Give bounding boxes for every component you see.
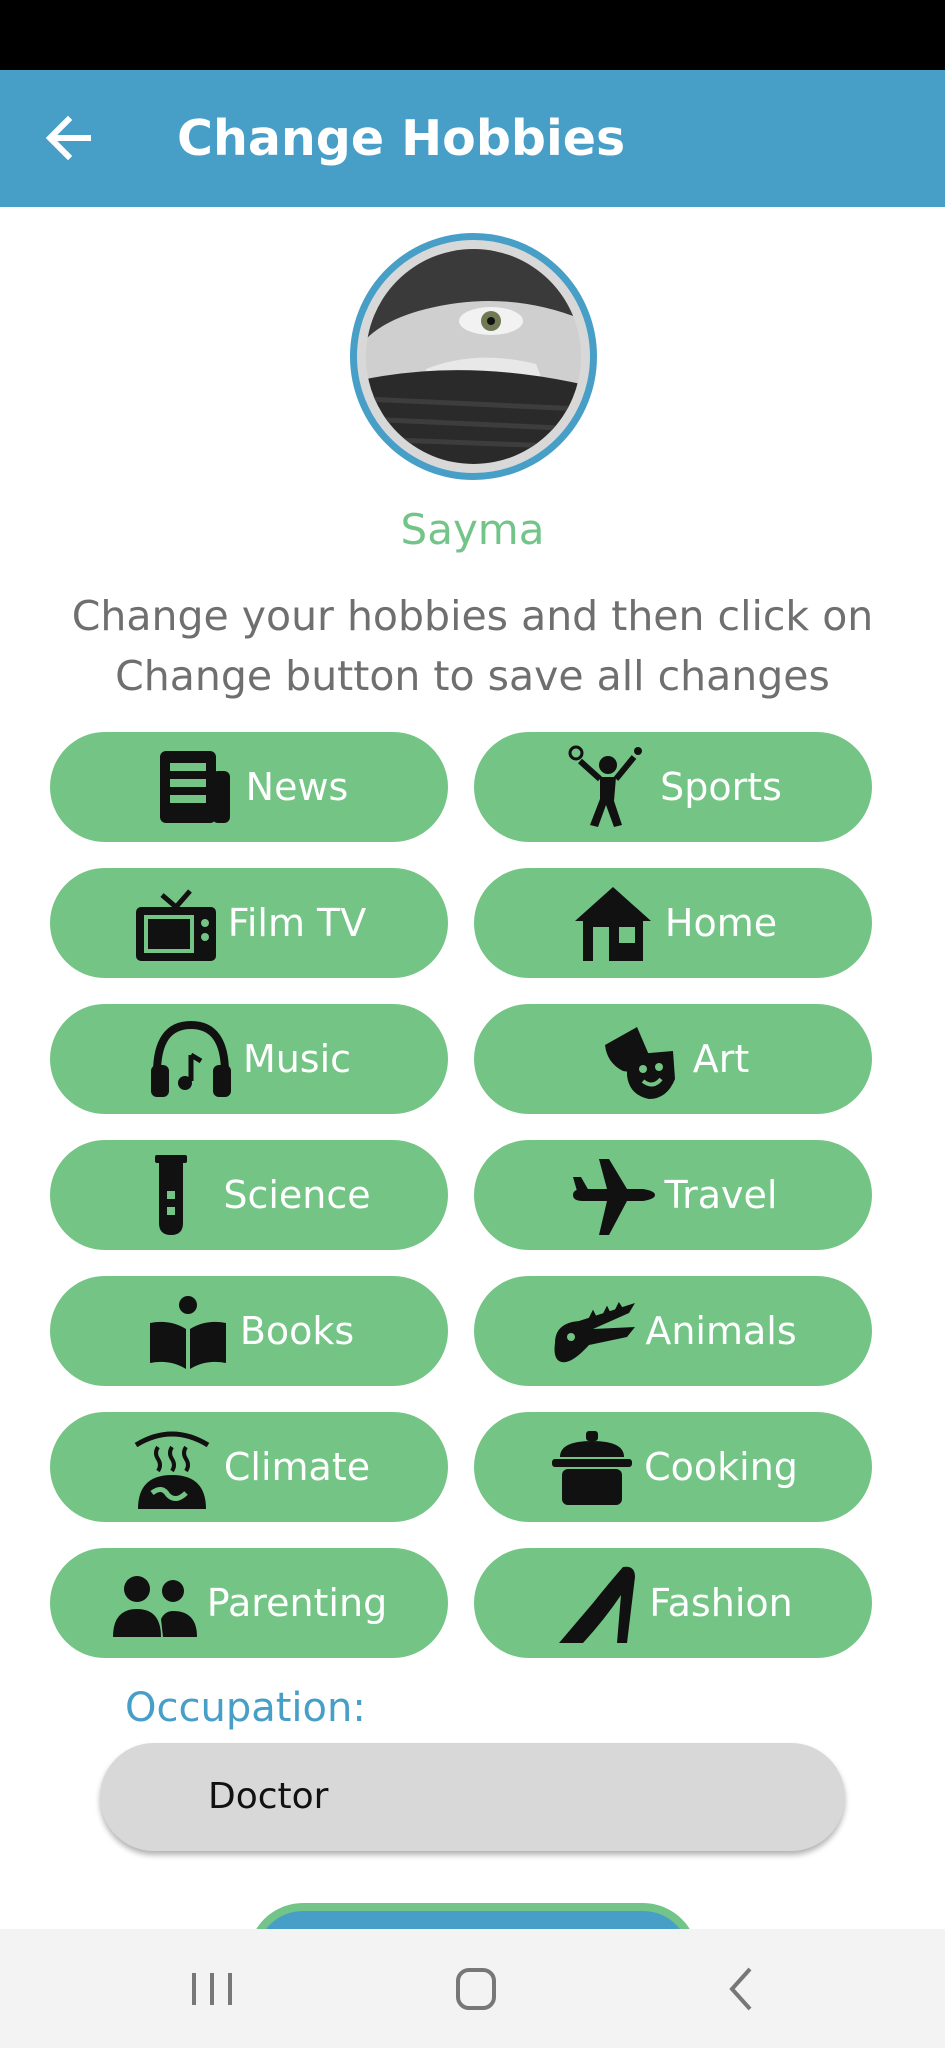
- system-back-button[interactable]: [702, 1951, 782, 2027]
- hobby-label: Parenting: [206, 1581, 388, 1625]
- hobby-label: Climate: [223, 1445, 371, 1489]
- hobby-label: Home: [664, 901, 778, 945]
- house-icon: [569, 879, 657, 967]
- high-heel-icon: [553, 1559, 641, 1647]
- hobby-label: Music: [242, 1037, 352, 1081]
- hobby-label: Animals: [645, 1309, 797, 1353]
- hobby-label: Science: [223, 1173, 371, 1217]
- tennis-player-icon: [564, 743, 652, 831]
- hobby-button-film-tv[interactable]: Film TV: [50, 868, 448, 978]
- occupation-dropdown[interactable]: Doctor: [100, 1743, 845, 1851]
- recent-apps-button[interactable]: [172, 1951, 252, 2027]
- earth-heat-icon: [128, 1423, 216, 1511]
- reader-icon: [144, 1287, 232, 1375]
- occupation-label: Occupation:: [125, 1685, 366, 1731]
- chevron-left-icon: [729, 1967, 752, 2011]
- home-icon: [456, 1968, 496, 2010]
- hobby-button-parenting[interactable]: Parenting: [50, 1548, 448, 1658]
- home-button[interactable]: [436, 1951, 516, 2027]
- hobby-button-fashion[interactable]: Fashion: [474, 1548, 872, 1658]
- airplane-icon: [569, 1151, 657, 1239]
- newspaper-icon: [150, 743, 238, 831]
- system-navigation-bar: [0, 1929, 945, 2048]
- hobby-grid: News Sports Film TV Home Music Art Scien…: [0, 0, 945, 1700]
- hobby-label: Art: [692, 1037, 750, 1081]
- hobby-label: Film TV: [227, 901, 367, 945]
- crocodile-icon: [549, 1287, 637, 1375]
- hobby-button-news[interactable]: News: [50, 732, 448, 842]
- hobby-label: Books: [239, 1309, 355, 1353]
- headphones-icon: [147, 1015, 235, 1103]
- hobby-label: Travel: [664, 1173, 778, 1217]
- hobby-button-travel[interactable]: Travel: [474, 1140, 872, 1250]
- hobby-button-music[interactable]: Music: [50, 1004, 448, 1114]
- hobby-label: Fashion: [649, 1581, 793, 1625]
- hobby-label: Sports: [660, 765, 782, 809]
- hobby-label: Cooking: [644, 1445, 798, 1489]
- hobby-button-science[interactable]: Science: [50, 1140, 448, 1250]
- test-tube-icon: [127, 1151, 215, 1239]
- cooking-pot-icon: [548, 1423, 636, 1511]
- tv-icon: [132, 879, 220, 967]
- hobby-button-books[interactable]: Books: [50, 1276, 448, 1386]
- hobby-button-art[interactable]: Art: [474, 1004, 872, 1114]
- recent-apps-icon: [192, 1973, 232, 2005]
- hobby-button-sports[interactable]: Sports: [474, 732, 872, 842]
- theater-mask-icon: [597, 1015, 685, 1103]
- hobby-button-climate[interactable]: Climate: [50, 1412, 448, 1522]
- hobby-button-cooking[interactable]: Cooking: [474, 1412, 872, 1522]
- hobby-label: News: [245, 765, 349, 809]
- hobby-button-home[interactable]: Home: [474, 868, 872, 978]
- hobby-button-animals[interactable]: Animals: [474, 1276, 872, 1386]
- user-group-icon: [111, 1559, 199, 1647]
